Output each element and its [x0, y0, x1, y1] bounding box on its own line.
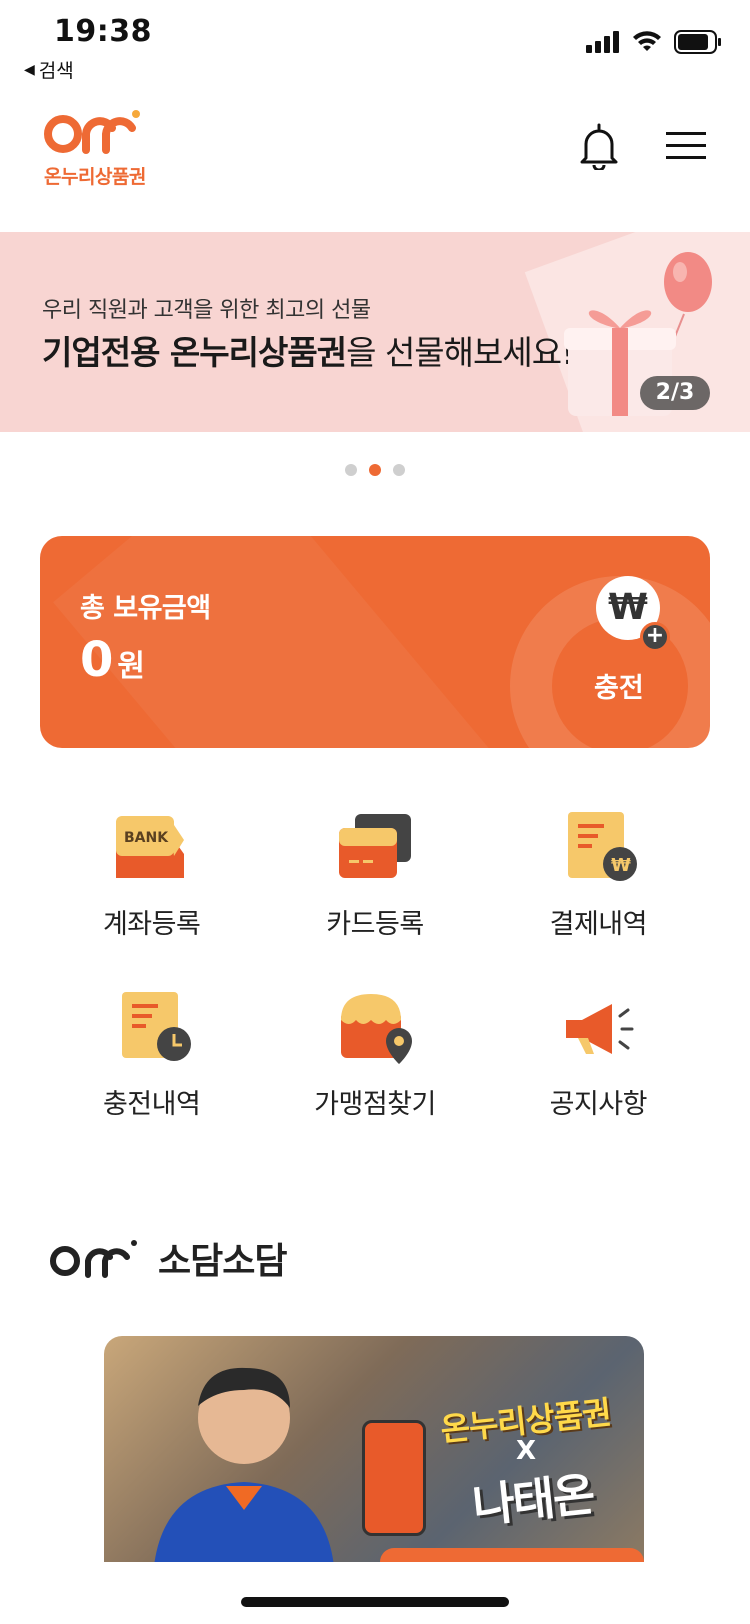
menu-item-payment-history[interactable]: ₩ 결제내역 — [487, 810, 710, 950]
card-icon — [338, 814, 411, 878]
svg-text:₩: ₩ — [611, 855, 631, 876]
menu-label: 공지사항 — [549, 1089, 648, 1120]
menu-item-store-finder[interactable]: 가맹점찾기 — [263, 990, 486, 1130]
back-to-search-link[interactable]: ◀ 검색 — [24, 56, 74, 83]
bank-icon: BANK — [115, 816, 184, 878]
card-bottom-tab — [380, 1548, 644, 1562]
section-title: 소담소담 — [158, 1241, 287, 1282]
menu-label: 가맹점찾기 — [314, 1089, 436, 1120]
sodam-section-header: 소담소담 — [48, 1232, 287, 1284]
plus-icon: + — [640, 622, 670, 652]
person-photo-icon — [154, 1367, 334, 1562]
megaphone-icon — [566, 1004, 634, 1054]
pagination-dot-1[interactable] — [345, 464, 357, 476]
sodam-content-card[interactable]: 온누리상품권 X 나태온 — [104, 1336, 644, 1562]
banner-subtitle: 우리 직원과 고객을 위한 최고의 선물 — [42, 298, 371, 323]
back-label: 검색 — [38, 60, 74, 82]
status-time: 19:38 — [54, 14, 152, 49]
status-bar: 19:38 ◀ 검색 — [0, 0, 750, 90]
menu-label: 카드등록 — [326, 909, 424, 940]
balance-label: 총 보유금액 — [80, 593, 211, 624]
store-location-icon — [340, 994, 412, 1064]
receipt-won-icon: ₩ — [568, 812, 638, 881]
balance-amount: 0원 — [80, 632, 145, 688]
menu-item-card-register[interactable]: 카드등록 — [263, 810, 486, 950]
banner-page-counter: 2/3 — [640, 376, 710, 410]
quick-menu-grid: BANK 계좌등록 카드등록 ₩ 결제내역 충전내역 가맹점찾기 공지사항 — [40, 810, 710, 1130]
hamburger-menu-icon[interactable] — [664, 128, 708, 162]
receipt-clock-icon — [121, 992, 191, 1061]
menu-item-charge-history[interactable]: 충전내역 — [40, 990, 263, 1130]
app-header: 온누리상품권 — [0, 98, 750, 208]
onnuri-small-logo-icon — [50, 1240, 137, 1278]
charge-button[interactable]: ₩ + 충전 — [586, 576, 686, 716]
menu-item-notices[interactable]: 공지사항 — [487, 990, 710, 1130]
wifi-icon — [633, 31, 661, 51]
pagination-dot-2[interactable] — [369, 464, 381, 476]
balance-amount-unit: 원 — [117, 649, 146, 684]
banner-pagination — [345, 464, 405, 476]
back-triangle-icon: ◀ — [24, 61, 35, 78]
logo-text: 온누리상품권 — [44, 166, 146, 188]
banner-title: 기업전용 온누리상품권을 선물해보세요! — [42, 326, 574, 374]
menu-label: 계좌등록 — [102, 909, 201, 940]
pagination-dot-3[interactable] — [393, 464, 405, 476]
card-subheadline: 나태온 — [469, 1466, 596, 1534]
balance-card: 총 보유금액 0원 ₩ + 충전 — [40, 536, 710, 748]
bell-icon[interactable] — [578, 122, 620, 170]
home-indicator[interactable] — [241, 1597, 509, 1607]
card-x-mark: X — [516, 1436, 537, 1466]
menu-label: 결제내역 — [549, 909, 648, 940]
signal-icon — [586, 31, 619, 53]
phone-illustration — [362, 1420, 426, 1536]
menu-label: 충전내역 — [102, 1089, 201, 1120]
balance-amount-value: 0 — [80, 632, 114, 688]
svg-text:BANK: BANK — [124, 830, 169, 846]
battery-icon — [674, 30, 721, 54]
onnuri-logo[interactable]: 온누리상품권 — [42, 106, 152, 196]
status-icons — [586, 30, 722, 54]
onnuri-logo-mark — [44, 110, 140, 154]
banner-title-bold: 기업전용 온누리상품권 — [42, 333, 347, 372]
menu-item-account-register[interactable]: BANK 계좌등록 — [40, 810, 263, 950]
banner-title-rest: 을 선물해보세요! — [346, 333, 574, 372]
promo-banner[interactable]: 우리 직원과 고객을 위한 최고의 선물 기업전용 온누리상품권을 선물해보세요… — [0, 232, 750, 432]
charge-label: 충전 — [594, 673, 644, 704]
